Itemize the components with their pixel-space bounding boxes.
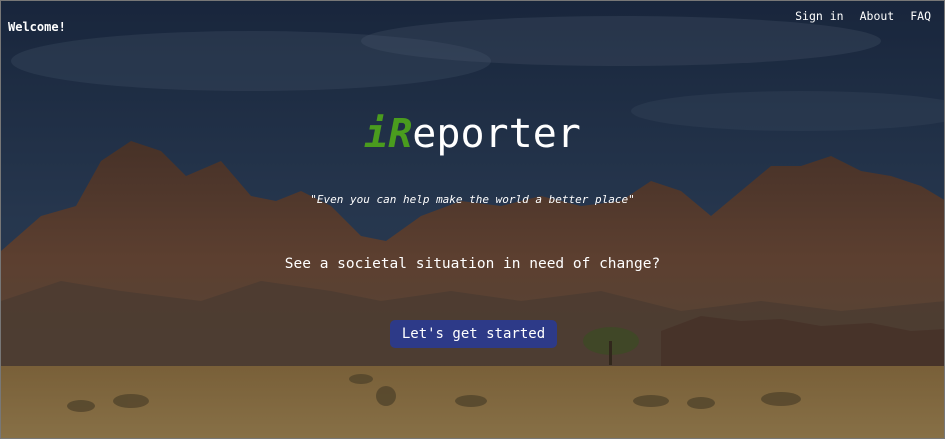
nav-link-faq[interactable]: FAQ <box>910 9 931 23</box>
dark-overlay <box>1 1 944 438</box>
top-nav: Sign in About FAQ <box>779 9 931 23</box>
nav-link-about[interactable]: About <box>860 9 895 23</box>
tagline: "Even you can help make the world a bett… <box>310 193 635 206</box>
prompt-question: See a societal situation in need of chan… <box>284 256 661 272</box>
nav-link-sign-in[interactable]: Sign in <box>795 9 843 23</box>
logo: iReporter <box>1 109 944 159</box>
logo-accent: iR <box>364 111 413 157</box>
logo-text: eporter <box>412 111 581 157</box>
welcome-text: Welcome! <box>8 20 66 34</box>
get-started-button[interactable]: Let's get started <box>390 320 557 348</box>
hero-section: Welcome! Sign in About FAQ iReporter "Ev… <box>0 0 945 439</box>
